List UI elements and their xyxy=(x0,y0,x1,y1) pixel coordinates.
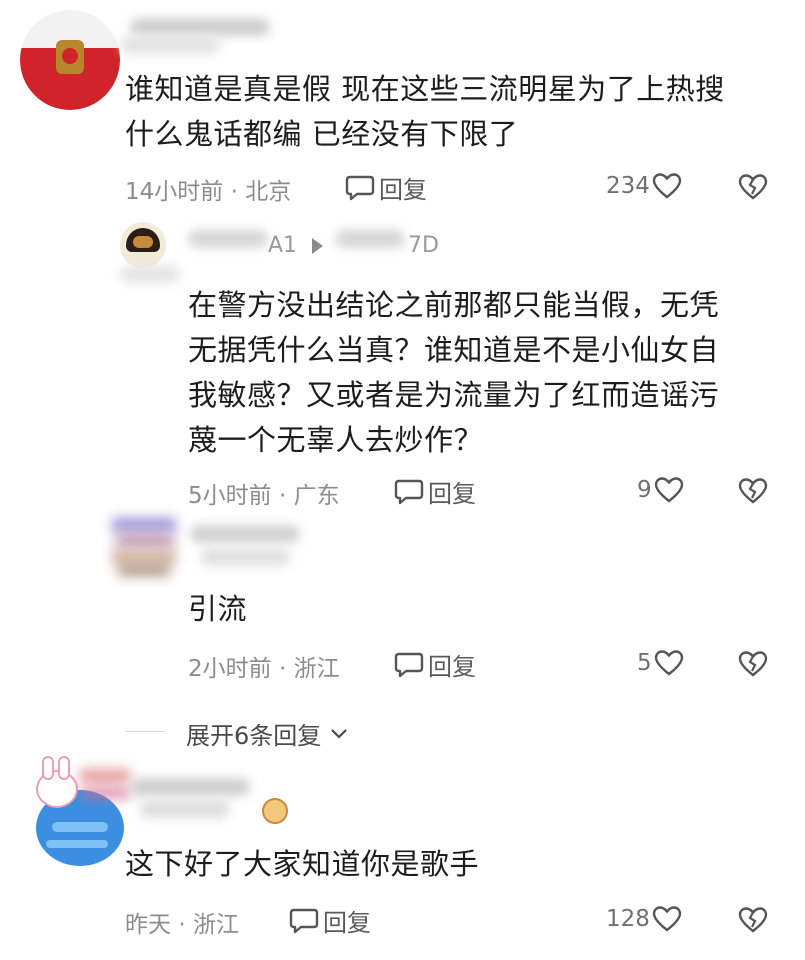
comment-text: 引流 xyxy=(188,592,248,626)
comment-meta: 昨天 · 浙江 xyxy=(125,912,239,938)
username-blurred xyxy=(130,18,270,36)
divider xyxy=(125,731,165,732)
heart-icon xyxy=(652,172,682,200)
username-blurred xyxy=(130,778,250,796)
comment-text: 在警方没出结论之前那都只能当假，无凭 无据凭什么当真？谁知道是不是小仙女自 我敏… xyxy=(188,288,720,457)
dislike-button[interactable] xyxy=(738,477,768,505)
reply-to-partial: 7D xyxy=(408,233,439,258)
like-button[interactable]: 128 xyxy=(606,905,682,933)
comment-text: 谁知道是真是假 现在这些三流明星为了上热搜 什么鬼话都编 已经没有下限了 xyxy=(125,72,725,151)
reply-button[interactable]: 回复 xyxy=(394,647,476,682)
expand-replies-button[interactable]: 展开6条回复 xyxy=(186,716,349,751)
like-button[interactable]: 9 xyxy=(637,476,684,504)
dislike-button[interactable] xyxy=(738,906,768,934)
username-blurred xyxy=(120,36,220,54)
username-blurred xyxy=(140,800,230,818)
avatar[interactable] xyxy=(20,10,120,110)
heart-icon xyxy=(654,649,684,677)
badge-icon xyxy=(262,798,288,824)
broken-heart-icon xyxy=(738,906,768,934)
username-blurred xyxy=(335,230,405,248)
comment-text: 这下好了大家知道你是歌手 xyxy=(125,847,480,881)
username-blurred xyxy=(200,548,290,566)
reply-arrow-icon xyxy=(312,238,323,254)
reply-button[interactable]: 回复 xyxy=(345,170,427,205)
reply-button[interactable]: 回复 xyxy=(289,903,371,938)
avatar[interactable] xyxy=(120,222,166,268)
broken-heart-icon xyxy=(738,650,768,678)
broken-heart-icon xyxy=(738,477,768,505)
like-button[interactable]: 234 xyxy=(606,172,682,200)
avatar[interactable] xyxy=(22,756,130,866)
broken-heart-icon xyxy=(738,173,768,201)
dislike-button[interactable] xyxy=(738,173,768,201)
username-blurred xyxy=(120,265,180,283)
avatar[interactable] xyxy=(112,518,176,578)
like-button[interactable]: 5 xyxy=(637,649,684,677)
username-blurred xyxy=(188,230,268,248)
dislike-button[interactable] xyxy=(738,650,768,678)
reply-button[interactable]: 回复 xyxy=(394,474,476,509)
comment-meta: 14小时前 · 北京 xyxy=(125,179,292,205)
username-partial: A1 xyxy=(268,233,298,258)
comment-bubble-icon xyxy=(289,907,319,935)
heart-icon xyxy=(654,476,684,504)
heart-icon xyxy=(652,905,682,933)
comment-meta: 5小时前 · 广东 xyxy=(188,483,340,509)
comment-bubble-icon xyxy=(345,174,375,202)
username-blurred xyxy=(190,525,300,543)
comment-meta: 2小时前 · 浙江 xyxy=(188,656,340,682)
comment-bubble-icon xyxy=(394,651,424,679)
comment-bubble-icon xyxy=(394,478,424,506)
chevron-down-icon xyxy=(329,727,349,741)
